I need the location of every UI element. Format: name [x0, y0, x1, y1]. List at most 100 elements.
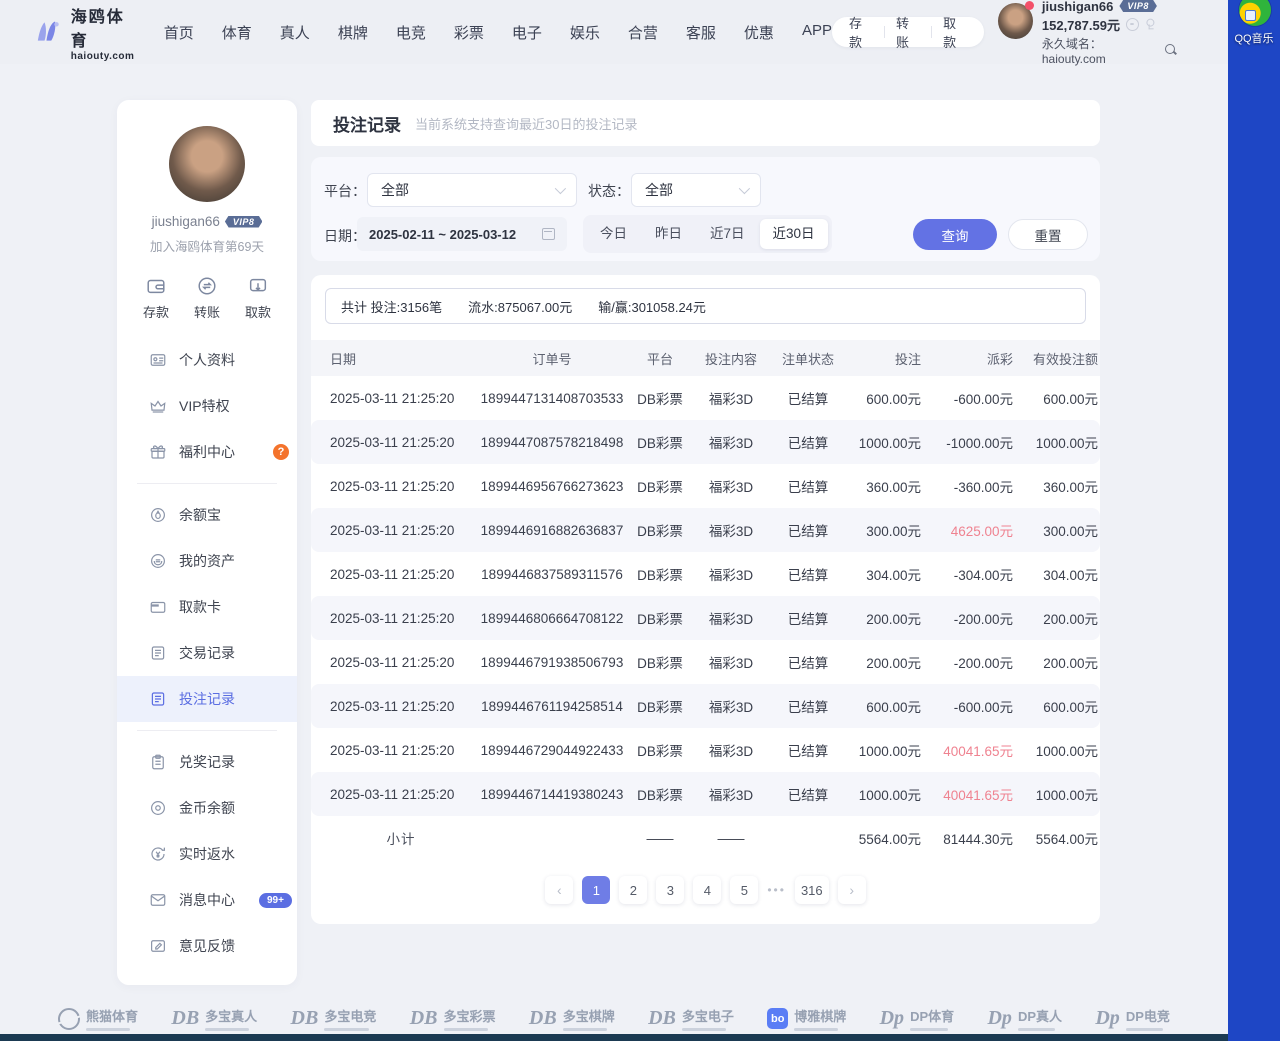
- cell-platform: DB彩票: [627, 740, 693, 760]
- sidebar: jiushigan66 VIP8 加入海鸥体育第69天 存款 转账: [117, 100, 297, 985]
- cell-bet: 200.00元: [847, 608, 921, 628]
- sidebar-item-feedback[interactable]: 意见反馈: [117, 923, 297, 969]
- sidebar-item-withdraw-card[interactable]: 取款卡: [117, 584, 297, 630]
- platform-select[interactable]: 全部: [367, 173, 577, 207]
- cell-date: 2025-03-11 21:25:20: [325, 611, 477, 626]
- nav-item-esports[interactable]: 电竞: [396, 22, 426, 43]
- balance: 152,787.59元: [1042, 15, 1120, 34]
- eye-icon[interactable]: [1126, 18, 1139, 31]
- cell-valid: 600.00元: [1013, 388, 1098, 408]
- range-today-button[interactable]: 今日: [587, 219, 640, 249]
- sidebar-item-transactions[interactable]: 交易记录: [117, 630, 297, 676]
- sidebar-item-coins[interactable]: 金币余额: [117, 785, 297, 831]
- quick-deposit-button[interactable]: 存款: [143, 275, 169, 321]
- nav-item-service[interactable]: 客服: [686, 22, 716, 43]
- next-page-button[interactable]: ›: [838, 876, 866, 904]
- nav-item-affiliate[interactable]: 合营: [628, 22, 658, 43]
- subtotal-bet: 5564.00元: [847, 828, 921, 848]
- quick-withdraw-button[interactable]: 取款: [245, 275, 271, 321]
- nav-item-promo[interactable]: 优惠: [744, 22, 774, 43]
- cell-status: 已结算: [769, 608, 847, 628]
- partner-name: 多宝电子: [682, 1006, 734, 1025]
- status-select[interactable]: 全部: [631, 173, 761, 207]
- withdraw-button[interactable]: 取款: [932, 13, 978, 51]
- browser-page: 海鸥体育 haiouty.com 首页 体育 真人 棋牌 电竞 彩票 电子 娱乐…: [0, 0, 1228, 1041]
- sidebar-item-vip[interactable]: VIP特权: [117, 383, 297, 429]
- deposit-button[interactable]: 存款: [838, 13, 884, 51]
- reset-button[interactable]: 重置: [1008, 219, 1088, 250]
- sidebar-item-redeem[interactable]: 兑奖记录: [117, 739, 297, 785]
- nav-item-live[interactable]: 真人: [280, 22, 310, 43]
- page-316-button[interactable]: 316: [795, 876, 829, 904]
- partner-name: 多宝彩票: [444, 1006, 496, 1025]
- cell-status: 已结算: [769, 784, 847, 804]
- nav-item-lottery[interactable]: 彩票: [454, 22, 484, 43]
- col-bet: 投注: [847, 349, 921, 368]
- sidebar-item-assets[interactable]: 我的资产: [117, 538, 297, 584]
- db-logo-icon: DB: [291, 1007, 319, 1030]
- col-content: 投注内容: [693, 349, 769, 368]
- summary-total: 共计 投注:3156笔: [341, 297, 442, 316]
- cell-order: 1899446956766273623: [477, 479, 627, 494]
- nav-item-app[interactable]: APP: [802, 22, 832, 43]
- cell-platform: DB彩票: [627, 476, 693, 496]
- nav-item-boardgames[interactable]: 棋牌: [338, 22, 368, 43]
- pagination-ellipsis[interactable]: •••: [767, 883, 786, 897]
- cell-date: 2025-03-11 21:25:20: [325, 435, 477, 450]
- username[interactable]: jiushigan66: [1042, 0, 1114, 14]
- col-valid: 有效投注额: [1013, 349, 1098, 368]
- calendar-icon: [542, 228, 555, 240]
- user-panel: jiushigan66 VIP8 152,787.59元 永久域名：haiout…: [998, 0, 1176, 66]
- sidebar-item-bet-records[interactable]: 投注记录: [117, 676, 297, 722]
- range-yesterday-button[interactable]: 昨日: [642, 219, 695, 249]
- profile-avatar[interactable]: [169, 126, 245, 202]
- partner-logo: bo 博雅棋牌: [767, 1006, 846, 1031]
- refresh-balance-icon[interactable]: [1145, 17, 1156, 28]
- quick-actions: 存款 转账 取款: [117, 275, 297, 321]
- sidebar-item-profile[interactable]: 个人资料: [117, 337, 297, 383]
- range-7d-button[interactable]: 近7日: [697, 219, 758, 249]
- nav-item-sports[interactable]: 体育: [222, 22, 252, 43]
- brand-logo[interactable]: 海鸥体育 haiouty.com: [34, 3, 140, 62]
- seagull-logo-icon: [34, 17, 63, 47]
- partner-logo: DB 多宝真人: [171, 1006, 257, 1031]
- query-button[interactable]: 查询: [913, 219, 997, 250]
- range-30d-button[interactable]: 近30日: [760, 219, 828, 249]
- page-3-button[interactable]: 3: [656, 876, 684, 904]
- sidebar-item-messages[interactable]: 消息中心 99+: [117, 877, 297, 923]
- filter-panel: 平台： 全部 状态： 全部 日期： 2025-02-11 ~ 2025-03-1…: [311, 157, 1100, 261]
- qq-music-icon[interactable]: [1239, 0, 1271, 26]
- nav-item-entertainment[interactable]: 娱乐: [570, 22, 600, 43]
- date-range-input[interactable]: 2025-02-11 ~ 2025-03-12: [357, 217, 567, 251]
- nav-item-home[interactable]: 首页: [164, 22, 194, 43]
- cell-payout: -600.00元: [921, 388, 1013, 408]
- prev-page-button[interactable]: ‹: [545, 876, 573, 904]
- sidebar-item-rebate[interactable]: 实时返水: [117, 831, 297, 877]
- nav-item-slots[interactable]: 电子: [512, 22, 542, 43]
- table-row: 2025-03-11 21:25:20 1899446837589311576 …: [311, 552, 1100, 596]
- page-1-button[interactable]: 1: [582, 876, 610, 904]
- avatar[interactable]: [998, 3, 1033, 39]
- cell-order: 1899446916882636837: [477, 523, 627, 538]
- top-navbar: 海鸥体育 haiouty.com 首页 体育 真人 棋牌 电竞 彩票 电子 娱乐…: [0, 0, 1228, 64]
- page-2-button[interactable]: 2: [619, 876, 647, 904]
- cell-date: 2025-03-11 21:25:20: [325, 567, 477, 582]
- sidebar-item-welfare[interactable]: 福利中心 ?: [117, 429, 297, 475]
- messages-count-badge: 99+: [259, 893, 292, 908]
- table-row: 2025-03-11 21:25:20 1899446956766273623 …: [311, 464, 1100, 508]
- cell-bet: 1000.00元: [847, 740, 921, 760]
- quick-transfer-button[interactable]: 转账: [194, 275, 220, 321]
- quick-range-group: 今日 昨日 近7日 近30日: [583, 215, 832, 253]
- subtotal-payout: 81444.30元: [921, 828, 1013, 848]
- transfer-button[interactable]: 转账: [885, 13, 931, 51]
- sidebar-item-label: 意见反馈: [179, 936, 235, 956]
- col-status: 注单状态: [769, 349, 847, 368]
- search-icon[interactable]: [1165, 44, 1177, 56]
- subtotal-row: 小计 —— —— 5564.00元 81444.30元 5564.00元: [311, 816, 1100, 860]
- summary-turnover: 流水:875067.00元: [468, 297, 572, 316]
- table-row: 2025-03-11 21:25:20 1899446791938506793 …: [311, 640, 1100, 684]
- sidebar-item-yuebao[interactable]: 余额宝: [117, 492, 297, 538]
- page-5-button[interactable]: 5: [730, 876, 758, 904]
- page-4-button[interactable]: 4: [693, 876, 721, 904]
- partner-name: 多宝棋牌: [563, 1006, 615, 1025]
